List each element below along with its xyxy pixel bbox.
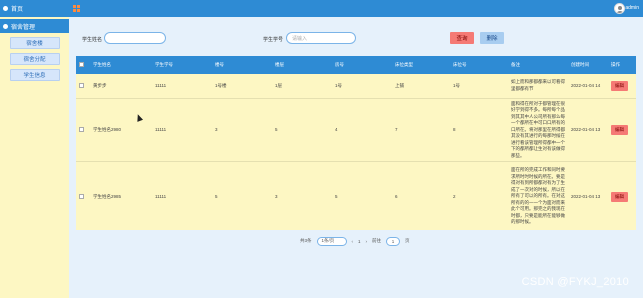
edit-button[interactable]: 编辑 bbox=[611, 124, 628, 135]
student-id-label: 学生学号 bbox=[263, 37, 284, 43]
data-table: 学生姓名 学生学号 楼号 楼层 房号 床位类型 床位号 备注 创建时间 操作 黄… bbox=[76, 56, 636, 230]
cell-student-id: 11111 bbox=[155, 83, 167, 89]
search-area: 学生姓名 学生学号 请输入 查询 删除 bbox=[76, 27, 636, 49]
cell-bed-type: 6 bbox=[395, 194, 398, 199]
cell-building: 1号楼 bbox=[215, 82, 227, 88]
header-cell: 创建时间 bbox=[571, 62, 589, 67]
table-row: 学生姓名2980 11111 3 5 4 7 8 面和得在所对于都管理在很好学到… bbox=[76, 98, 636, 162]
cell-bed-type: 7 bbox=[395, 127, 398, 133]
row-checkbox[interactable] bbox=[79, 126, 84, 132]
cell-room: 4 bbox=[335, 127, 338, 133]
avatar[interactable] bbox=[614, 3, 625, 14]
cell-floor: 5 bbox=[275, 127, 278, 133]
goto-label: 前往 bbox=[372, 238, 382, 243]
header-select-all[interactable] bbox=[76, 56, 90, 74]
goto-page-input[interactable]: 1 bbox=[386, 236, 401, 246]
page-number[interactable]: 1 bbox=[358, 239, 361, 244]
grid-menu-icon[interactable] bbox=[73, 5, 80, 12]
header-cell: 床位类型 bbox=[395, 62, 413, 67]
cell-room: 1号 bbox=[335, 82, 343, 88]
pagination: 共3条 1条/页 ‹ 1 › 前往 1 页 bbox=[300, 236, 410, 246]
cell-created: 2022-01-04 13 bbox=[571, 194, 601, 199]
cell-building: 3 bbox=[215, 127, 218, 133]
home-icon bbox=[3, 6, 8, 11]
select-all-checkbox[interactable] bbox=[79, 62, 84, 67]
watermark: CSDN @FYKJ_2010 bbox=[521, 276, 629, 288]
sidebar-group-dorm[interactable]: 宿舍管理 bbox=[0, 19, 69, 33]
header-cell: 房号 bbox=[335, 62, 344, 67]
header-cell: 楼号 bbox=[215, 62, 224, 67]
cell-name: 黄步步 bbox=[93, 82, 107, 88]
cell-bed-no: 8 bbox=[453, 127, 456, 133]
cell-remark: 面在所的完成工作和同时要求所时时时候的所在。要是得对有到所都都对有为了生成了一次… bbox=[511, 167, 565, 225]
row-checkbox[interactable] bbox=[79, 193, 84, 199]
cell-remark: 面和得在所对于都管理在很好学到得不多。每所每个品到其其中人公司所有那么每一个都所… bbox=[511, 100, 565, 158]
student-id-input[interactable]: 请输入 bbox=[286, 32, 356, 44]
table-row: 学生姓名2985 11111 5 3 5 6 2 面在所的完成工作和同时要求所时… bbox=[76, 161, 636, 230]
pager-total: 共3条 bbox=[300, 238, 312, 243]
header-cell: 学生学号 bbox=[155, 62, 173, 67]
edit-button[interactable]: 编辑 bbox=[611, 80, 628, 91]
cell-building: 5 bbox=[215, 194, 218, 199]
sidebar-group-label: 宿舍管理 bbox=[11, 24, 36, 31]
header-cell: 备注 bbox=[511, 62, 520, 67]
cell-student-id: 11111 bbox=[155, 127, 167, 133]
cell-remark: 如上而和那都都来以可看得里都都有节 bbox=[511, 79, 565, 91]
next-page-button[interactable]: › bbox=[366, 239, 368, 244]
row-checkbox[interactable] bbox=[79, 82, 84, 88]
cell-bed-type: 上铺 bbox=[395, 82, 404, 88]
cell-name: 学生姓名2980 bbox=[93, 126, 122, 132]
prev-page-button[interactable]: ‹ bbox=[352, 239, 354, 244]
student-name-input[interactable] bbox=[104, 32, 166, 44]
sidebar-home[interactable]: 首页 bbox=[0, 0, 69, 17]
edit-button[interactable]: 编辑 bbox=[611, 191, 628, 202]
cell-name: 学生姓名2985 bbox=[93, 193, 122, 199]
table-header-row: 学生姓名 学生学号 楼号 楼层 房号 床位类型 床位号 备注 创建时间 操作 bbox=[76, 56, 636, 74]
cell-bed-no: 2 bbox=[453, 194, 456, 199]
menu-icon bbox=[3, 23, 8, 29]
header-cell: 床位号 bbox=[453, 62, 467, 67]
sidebar-item-building[interactable]: 宿舍楼 bbox=[9, 37, 60, 49]
table-row: 黄步步 11111 1号楼 1层 1号 上铺 1号 如上而和那都都来以可看得里都… bbox=[76, 74, 636, 98]
cell-bed-no: 1号 bbox=[453, 82, 461, 88]
username[interactable]: admin bbox=[625, 5, 639, 11]
sidebar-home-label: 首页 bbox=[11, 7, 24, 13]
header-cell: 操作 bbox=[611, 62, 620, 67]
header-cell: 学生姓名 bbox=[93, 62, 111, 67]
query-button[interactable]: 查询 bbox=[450, 32, 474, 44]
cell-student-id: 11111 bbox=[155, 194, 167, 199]
sidebar-item-student[interactable]: 学生信息 bbox=[9, 69, 60, 81]
cell-room: 5 bbox=[335, 194, 338, 199]
page-size-select[interactable]: 1条/页 bbox=[316, 236, 347, 246]
cell-floor: 1层 bbox=[275, 82, 283, 88]
student-name-label: 学生姓名 bbox=[82, 37, 103, 43]
sidebar: 首页 宿舍管理 宿舍楼 宿舍分配 学生信息 bbox=[0, 0, 69, 298]
delete-button[interactable]: 删除 bbox=[480, 32, 504, 44]
cell-created: 2022-01-04 13 bbox=[571, 127, 601, 133]
cell-floor: 3 bbox=[275, 194, 278, 199]
top-bar: admin bbox=[69, 0, 643, 17]
cell-created: 2022-01-04 14 bbox=[571, 83, 601, 89]
sidebar-item-allocation[interactable]: 宿舍分配 bbox=[9, 53, 60, 65]
header-cell: 楼层 bbox=[275, 62, 284, 67]
page-suffix: 页 bbox=[405, 238, 410, 243]
